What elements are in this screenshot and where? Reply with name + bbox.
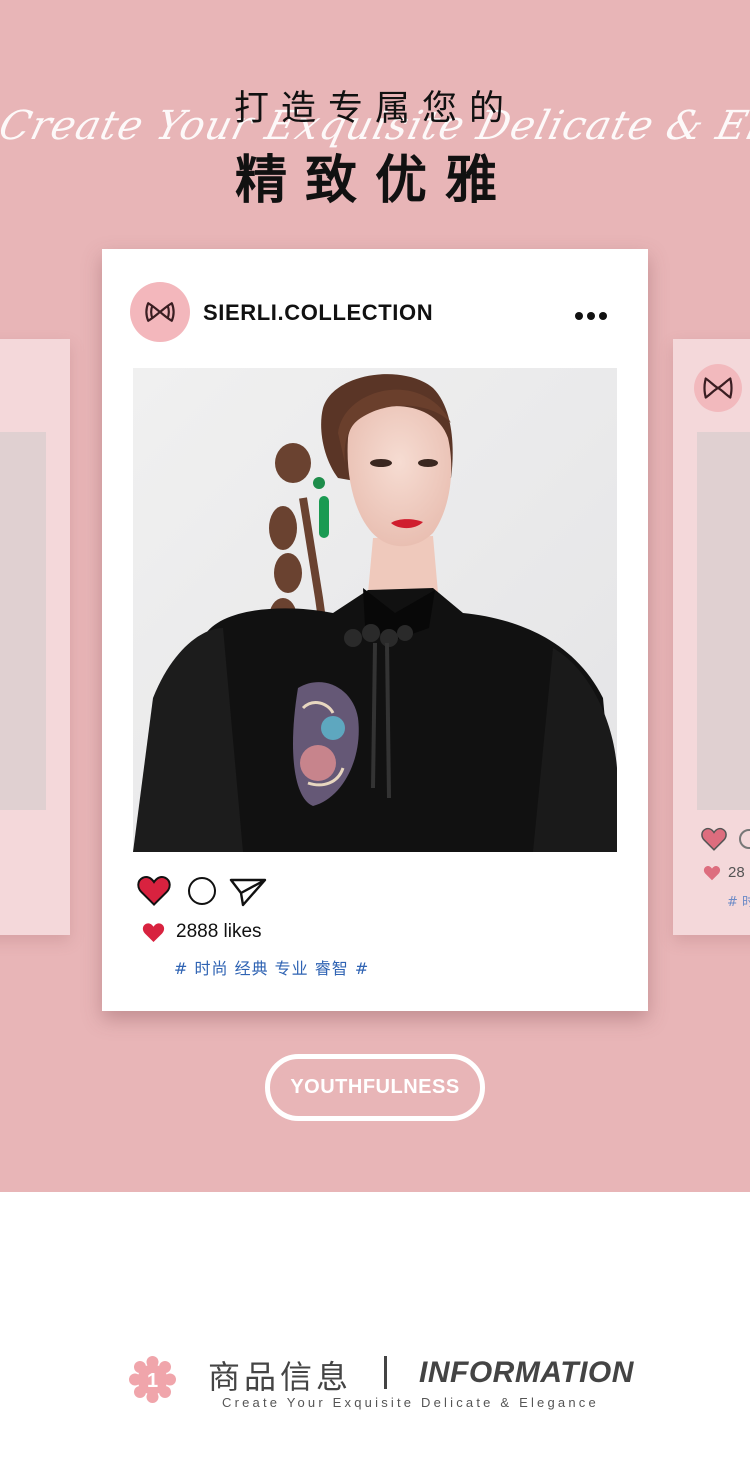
side-card-right[interactable]: 28 # 时 — [673, 339, 750, 935]
badge-number: 1 — [147, 1370, 158, 1392]
share-icon[interactable] — [229, 877, 267, 907]
side-card-right-image — [697, 432, 750, 810]
side-card-tag-fragment: # 时 — [727, 895, 750, 910]
hashtags[interactable]: # 时尚 经典 专业 睿智 # — [174, 955, 369, 979]
flower-badge-icon: 1 — [129, 1356, 176, 1403]
side-card-left-image — [0, 432, 46, 810]
post-card: SIERLI.COLLECTION 2888 likes # 时尚 经典 专业 … — [102, 249, 648, 1011]
section-title-en: INFORMATION — [419, 1356, 634, 1389]
account-handle[interactable]: SIERLI.COLLECTION — [203, 300, 433, 326]
side-card-heart-icon[interactable] — [701, 827, 727, 851]
brand-logo-icon[interactable] — [130, 282, 190, 342]
comment-icon[interactable] — [188, 877, 216, 905]
youthfulness-button[interactable]: YOUTHFULNESS — [265, 1054, 485, 1121]
title-divider — [384, 1356, 387, 1389]
youthfulness-button-label: YOUTHFULNESS — [290, 1076, 460, 1098]
likes-heart-icon — [142, 923, 165, 943]
headline-line1: 打造专属您的 — [233, 89, 516, 129]
side-card-likes-count: 28 — [728, 864, 745, 881]
section-title-cn: 商品信息 — [208, 1358, 353, 1396]
more-dots-icon[interactable] — [575, 305, 611, 324]
side-card-brand-logo-icon — [694, 364, 742, 412]
side-card-comment-icon[interactable] — [739, 829, 750, 849]
likes-count[interactable]: 2888 likes — [176, 921, 262, 943]
headline-line2: 精致优雅 — [234, 151, 515, 211]
section-subtitle: Create Your Exquisite Delicate & Eleganc… — [222, 1395, 599, 1410]
side-card-likes-heart-icon — [703, 866, 721, 881]
heart-icon[interactable] — [137, 875, 171, 906]
hero-section: Create Your Exquisite Delicate & Eleganc… — [0, 0, 750, 1192]
side-card-left[interactable] — [0, 339, 70, 935]
post-photo — [133, 368, 617, 852]
